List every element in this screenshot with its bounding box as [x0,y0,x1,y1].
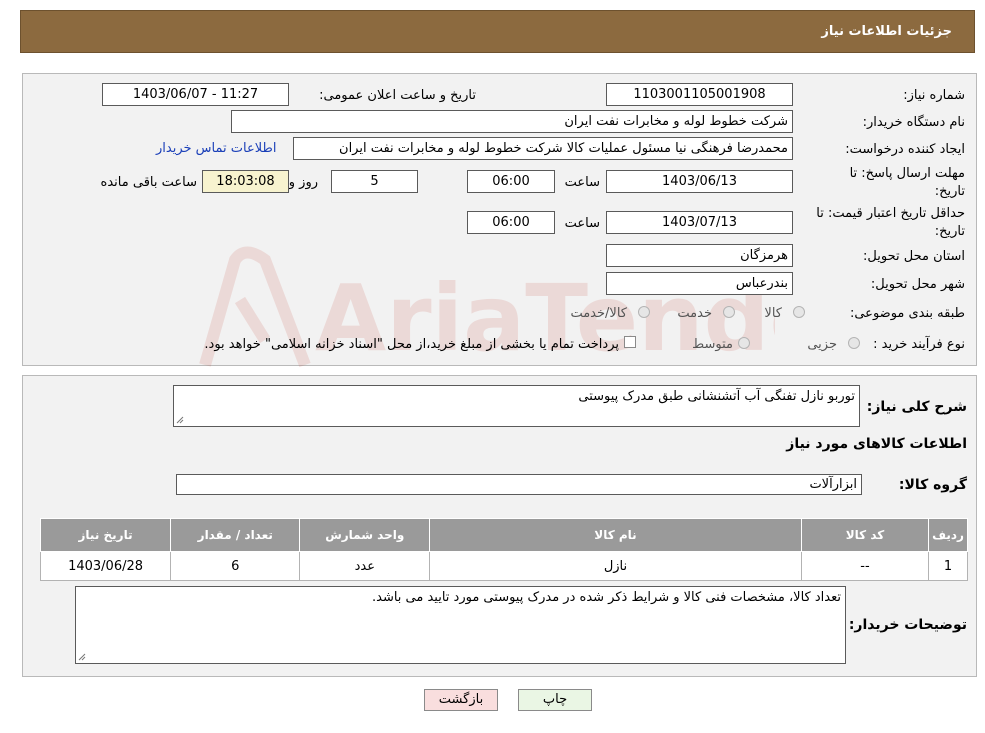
announce-field: 1403/06/07 - 11:27 [102,83,289,106]
time-remaining-field: 18:03:08 [202,170,289,193]
creator-field: محمدرضا فرهنگی نیا مسئول عملیات کالا شرک… [293,137,793,160]
page-title: جزئیات اطلاعات نیاز [821,24,952,39]
print-button[interactable]: چاپ [518,689,592,711]
need-number-label: شماره نیاز: [903,88,965,103]
page-header: جزئیات اطلاعات نیاز [20,10,975,53]
buyer-notes-textarea[interactable]: تعداد کالا، مشخصات فنی کالا و شرایط ذکر … [75,586,846,664]
cell-qty: 6 [170,551,301,581]
deadline-label: مهلت ارسال پاسخ: تا تاریخ: [849,166,965,199]
cell-name: نازل [429,551,802,581]
buyer-contact-link[interactable]: اطلاعات تماس خریدار [156,141,276,156]
table-row: 1 -- نازل عدد 6 1403/06/28 [39,551,968,581]
goods-table: ردیف کد کالا نام کالا واحد شمارش تعداد /… [39,518,968,581]
category-option-goods-service: کالا/خدمت [570,306,627,321]
resize-grip-icon[interactable] [176,416,184,424]
table-header-row: ردیف کد کالا نام کالا واحد شمارش تعداد /… [39,518,968,552]
summary-text: توربو نازل تفنگی آب آتشنشانی طبق مدرک پی… [578,389,855,404]
back-button[interactable]: بازگشت [424,689,498,711]
deadline-time-field: 06:00 [467,170,555,193]
need-number-field: 1103001105001908 [606,83,793,106]
resize-grip-icon[interactable] [78,653,86,661]
process-radio-minor[interactable] [848,337,860,349]
process-option-minor: جزیی [807,337,837,352]
days-remaining-field: 5 [331,170,418,193]
goods-group-label: گروه کالا: [898,477,967,493]
category-radio-goods-service[interactable] [638,306,650,318]
deadline-time-label: ساعت [564,175,600,190]
col-qty-header: تعداد / مقدار [170,518,301,552]
category-radio-service[interactable] [723,306,735,318]
validity-time-label: ساعت [564,216,600,231]
validity-time-field: 06:00 [467,211,555,234]
process-checkbox[interactable] [624,336,636,348]
category-radio-goods[interactable] [793,306,805,318]
process-radio-medium[interactable] [738,337,750,349]
time-remaining-label: ساعت باقی مانده [100,175,197,190]
process-label: نوع فرآیند خرید : [873,337,965,352]
creator-label: ایجاد کننده درخواست: [845,142,965,157]
province-label: استان محل تحویل: [863,249,965,264]
col-name-header: نام کالا [429,518,802,552]
goods-info-title: اطلاعات کالاهای مورد نیاز [786,436,967,452]
cell-unit: عدد [299,551,431,581]
col-date-header: تاریخ نیاز [39,518,172,552]
validity-label: حداقل تاریخ اعتبار قیمت: تا تاریخ: [816,206,965,239]
col-code-header: کد کالا [800,518,930,552]
city-label: شهر محل تحویل: [870,277,965,292]
cell-code: -- [800,551,930,581]
category-label: طبقه بندی موضوعی: [849,306,965,321]
buyer-org-field: شرکت خطوط لوله و مخابرات نفت ایران [231,110,793,133]
process-note: پرداخت تمام یا بخشی از مبلغ خرید،از محل … [204,337,619,352]
category-option-goods: کالا [764,306,782,321]
col-unit-header: واحد شمارش [299,518,431,552]
category-option-service: خدمت [677,306,712,321]
summary-textarea[interactable]: توربو نازل تفنگی آب آتشنشانی طبق مدرک پی… [173,385,860,427]
announce-label: تاریخ و ساعت اعلان عمومی: [319,88,476,103]
validity-date-field: 1403/07/13 [606,211,793,234]
goods-group-field: ابزارآلات [176,474,862,495]
days-label: روز و [288,175,318,190]
cell-date: 1403/06/28 [39,551,172,581]
summary-label: شرح کلی نیاز: [866,399,967,415]
province-field: هرمزگان [606,244,793,267]
buyer-notes-text: تعداد کالا، مشخصات فنی کالا و شرایط ذکر … [371,590,841,605]
cell-row: 1 [928,551,968,581]
buyer-notes-label: توضیحات خریدار: [848,617,967,633]
buyer-org-label: نام دستگاه خریدار: [862,115,965,130]
city-field: بندرعباس [606,272,793,295]
deadline-date-field: 1403/06/13 [606,170,793,193]
col-row-header: ردیف [928,518,968,552]
process-option-medium: متوسط [692,337,733,352]
